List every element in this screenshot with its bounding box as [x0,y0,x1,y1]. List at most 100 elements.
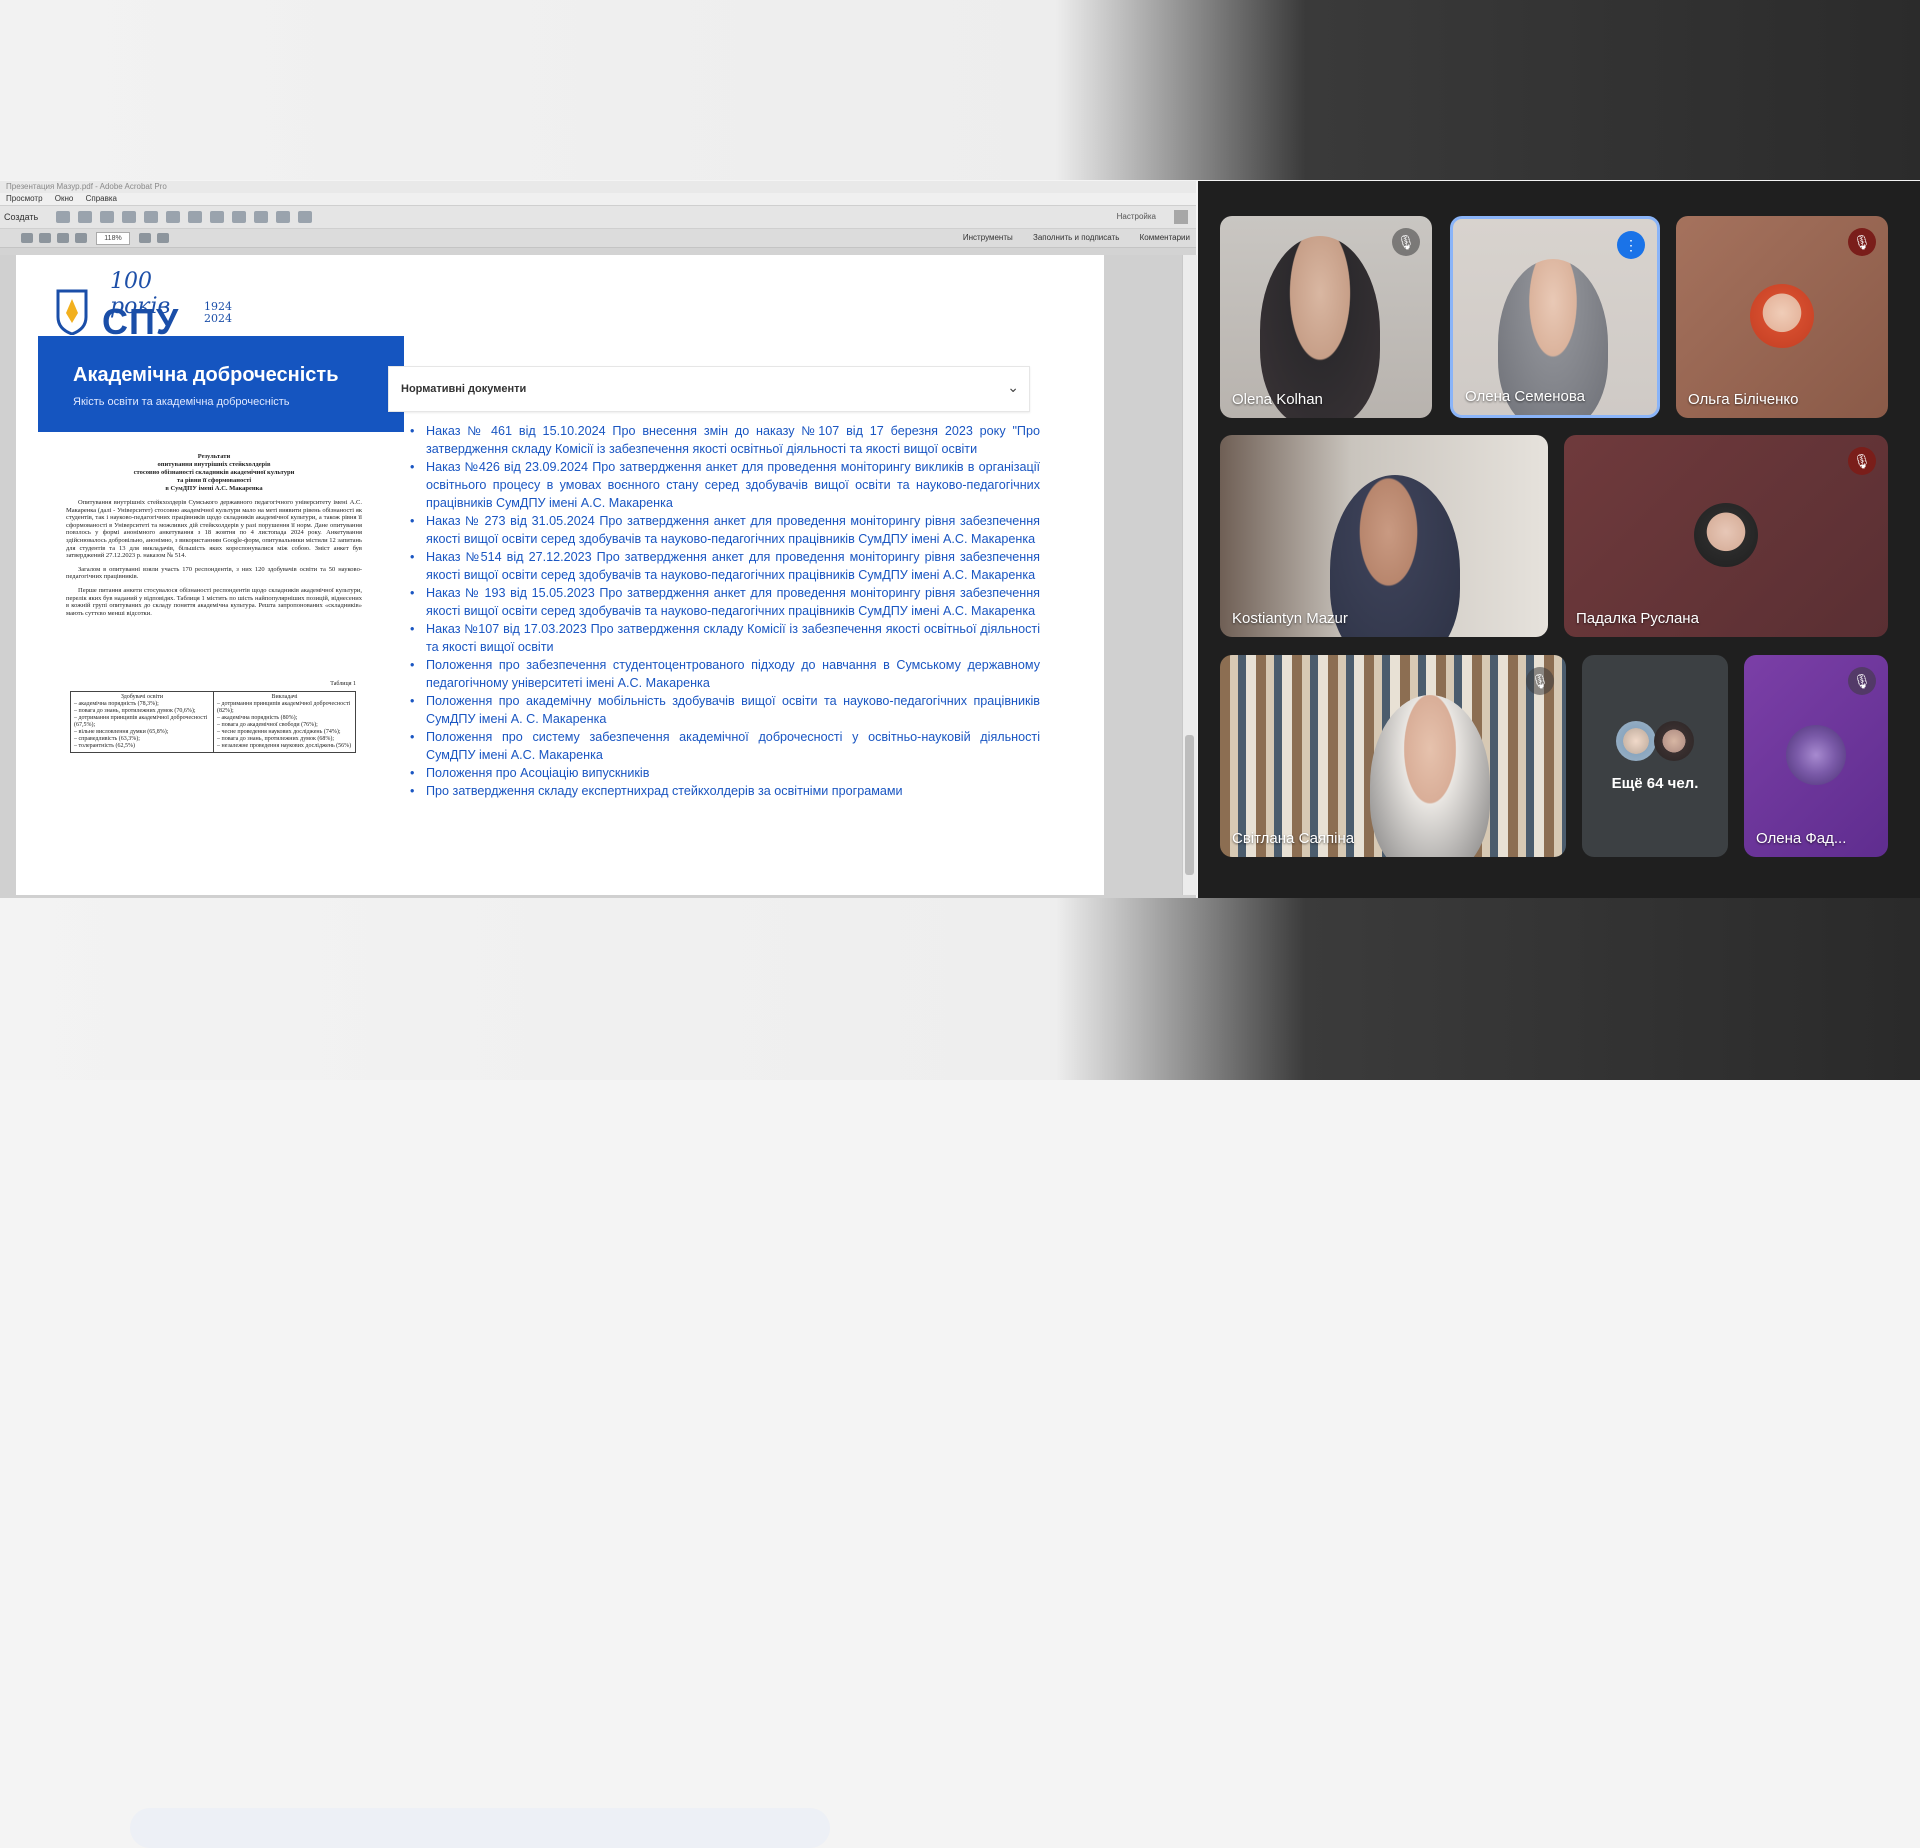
stamp-icon[interactable] [210,211,225,223]
menu-help[interactable]: Справка [86,194,117,203]
banner-title: Академічна доброчесність [73,364,339,386]
scan-paragraph: Перше питання анкети стосувалося обізнан… [66,586,362,617]
participant-avatar [1616,721,1656,761]
column-header: Викладачі [271,694,298,700]
more-participants-label: Ещё 64 чел. [1611,775,1699,792]
save-icon[interactable] [56,211,71,223]
participant-name: Ольга Біліченко [1688,391,1799,408]
document-link[interactable]: Наказ № 273 від 31.05.2024 Про затвердже… [410,512,1040,548]
document-list: Наказ № 461 від 15.10.2024 Про внесення … [408,422,1040,800]
speaking-icon: ⋮ [1617,231,1645,259]
title-banner: Академічна доброчесність Якість освіти т… [38,336,404,432]
pages-icon[interactable] [254,211,269,223]
mic-off-icon: 🎙 [1848,667,1876,695]
zoom-in-icon[interactable] [75,233,87,243]
participant-tile[interactable]: 🎙 Olena Kolhan [1220,216,1432,418]
edit-icon[interactable] [122,211,137,223]
logo-range: 1924 2024 [204,300,232,325]
zoom-out-icon[interactable] [57,233,69,243]
document-link[interactable]: Про затвердження складу експертнихрад ст… [410,782,1040,800]
chevron-down-icon[interactable]: ⌄ [1007,379,1019,396]
more-participants-tile[interactable]: Ещё 64 чел. [1582,655,1728,857]
participant-name: Падалка Руслана [1576,610,1699,627]
document-link[interactable]: Положення про систему забезпечення акаде… [410,728,1040,764]
participant-video [1330,475,1460,637]
column-content: – дотримання принципів академічної добро… [217,701,352,749]
scan-title: Результати опитування внутрішніх стейкхо… [133,453,295,492]
blur-band [130,1808,830,1848]
column-header: Здобувачі освіти [120,694,164,700]
table-column: Викладачі – дотримання принципів академі… [213,692,355,752]
scan-table: Здобувачі освіти – академічна порядність… [70,691,356,753]
participant-name: Олена Фад... [1756,830,1847,847]
document-area: 100 років СПУ 1924 2024 Академічна добро… [0,255,1197,898]
participant-tile[interactable]: 🎙 Ольга Біліченко [1676,216,1888,418]
vertical-scrollbar[interactable] [1182,255,1197,895]
tools-link[interactable]: Инструменты [963,233,1013,242]
mic-off-icon: 🎙 [1526,667,1554,695]
participant-name: Світлана Саяпіна [1232,830,1355,847]
pdf-export-icon[interactable] [232,211,247,223]
column-content: – академічна порядність (78,3%); – поваг… [74,701,208,749]
participant-tile[interactable]: 🎙 Олена Фад... [1744,655,1888,857]
video-call-grid: 🎙 Olena Kolhan ⋮ Олена Семенова 🎙 Ольга … [1198,181,1920,898]
participant-tile[interactable]: 🎙 Падалка Руслана [1564,435,1888,637]
zoom-field[interactable]: 118% [96,231,130,245]
menu-view[interactable]: Просмотр [6,194,43,203]
combine-icon[interactable] [276,211,291,223]
customize-menu[interactable]: Настройка [1117,212,1156,221]
menu-window[interactable]: Окно [55,194,74,203]
acrobat-window: Презентация Мазур.pdf - Adobe Acrobat Pr… [0,181,1197,898]
participant-tile[interactable]: ⋮ Олена Семенова [1450,216,1660,418]
scan-paragraph: Загалом в опитуванні взяли участь 170 ре… [66,565,362,581]
participant-video [1370,695,1490,857]
settings-icon[interactable] [166,211,181,223]
participant-tile[interactable]: Kostiantyn Mazur [1220,435,1548,637]
table-label: Таблиця 1 [330,681,356,687]
expand-icon[interactable] [1174,210,1188,224]
fit-page-icon[interactable] [157,233,169,243]
table-column: Здобувачі освіти – академічна порядність… [71,692,213,752]
mic-off-icon: 🎙 [1848,447,1876,475]
scan-paragraph: Опитування внутрішніх стейкхолдерів Сумс… [66,499,362,560]
menu-bar: Просмотр Окно Справка [0,193,1196,205]
university-logo: 100 років СПУ 1924 2024 [56,267,232,342]
participant-name: Olena Kolhan [1232,391,1323,408]
document-link[interactable]: Положення про Асоціацію випускників [410,764,1040,782]
document-link[interactable]: Наказ №426 від 23.09.2024 Про затверджен… [410,458,1040,512]
scanned-document: Результати опитування внутрішніх стейкхо… [66,453,362,873]
hand-tool-icon[interactable] [39,233,51,243]
print-icon[interactable] [100,211,115,223]
main-toolbar: Создать Настройка [0,205,1196,229]
right-panel-links: Инструменты Заполнить и подписать Коммен… [945,233,1190,242]
mail-icon[interactable] [144,211,159,223]
document-link[interactable]: Положення про академічну мобільність здо… [410,692,1040,728]
participant-tile[interactable]: 🎙 Світлана Саяпіна [1220,655,1566,857]
upload-icon[interactable] [78,211,93,223]
fill-sign-link[interactable]: Заполнить и подписать [1033,233,1119,242]
mic-off-icon: 🎙 [1392,228,1420,256]
document-link[interactable]: Наказ №107 від 17.03.2023 Про затверджен… [410,620,1040,656]
mic-off-icon: 🎙 [1848,228,1876,256]
pdf-page: 100 років СПУ 1924 2024 Академічна добро… [16,255,1104,895]
participant-name: Олена Семенова [1465,388,1585,405]
accordion-title: Нормативні документи [401,383,527,395]
document-link[interactable]: Наказ № 461 від 15.10.2024 Про внесення … [410,422,1040,458]
normative-docs-accordion[interactable]: Нормативні документи ⌄ [388,366,1030,412]
comments-link[interactable]: Комментарии [1140,233,1190,242]
scroll-thumb[interactable] [1185,735,1194,875]
document-link[interactable]: Наказ №514 від 27.12.2023 Про затверджен… [410,548,1040,584]
window-title: Презентация Мазур.pdf - Adobe Acrobat Pr… [0,181,1196,193]
delete-icon[interactable] [298,211,313,223]
shield-icon [56,289,88,335]
comment-icon[interactable] [188,211,203,223]
document-link[interactable]: Положення про забезпечення студентоцентр… [410,656,1040,692]
select-tool-icon[interactable] [21,233,33,243]
fit-width-icon[interactable] [139,233,151,243]
view-toolbar: 118% Инструменты Заполнить и подписать К… [0,229,1196,248]
document-link[interactable]: Наказ № 193 від 15.05.2023 Про затвердже… [410,584,1040,620]
banner-subtitle: Якість освіти та академічна доброчесніст… [73,396,290,408]
participant-avatar [1694,503,1758,567]
participant-avatar [1750,284,1814,348]
create-button[interactable]: Создать [4,212,38,222]
